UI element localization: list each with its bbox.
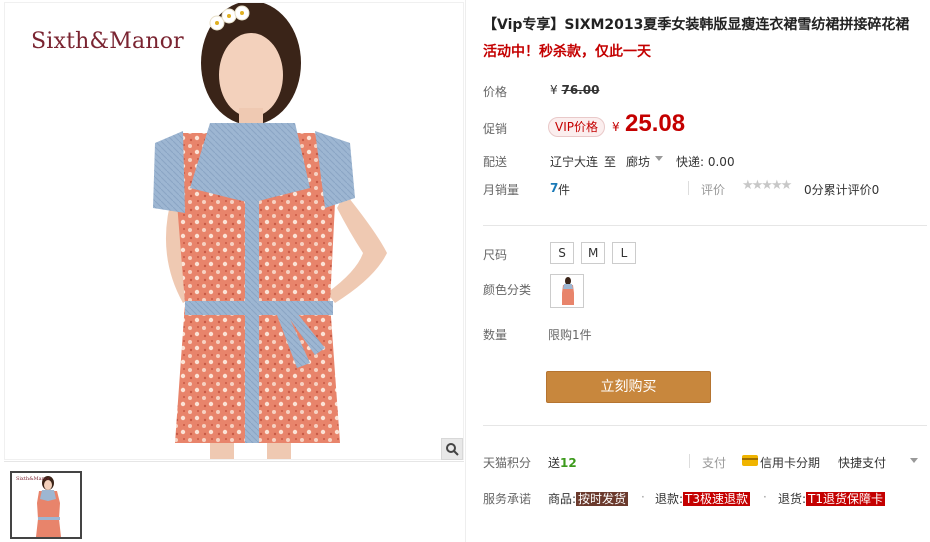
monthly-sales-label: 月销量 — [483, 183, 520, 197]
ship-to-word: 至 — [604, 155, 617, 169]
service-goods[interactable]: 商品: 按时发货 — [548, 490, 629, 507]
return-guarantee-tag: T1退货保障卡 — [806, 492, 886, 506]
ship-destination-select[interactable]: 廊坊 — [626, 153, 650, 170]
zoom-button[interactable] — [441, 438, 463, 460]
original-price: ¥ 76.00 — [550, 83, 599, 97]
service-label: 服务承诺 — [483, 492, 532, 506]
chevron-down-icon[interactable] — [655, 156, 663, 161]
main-product-image[interactable]: Sixth&Manor — [4, 2, 464, 460]
separator — [688, 181, 689, 195]
size-option-l[interactable]: L — [612, 242, 636, 264]
size-option-m[interactable]: M — [581, 242, 606, 264]
credit-card-installment-link[interactable]: 信用卡分期 — [760, 454, 820, 471]
size-label: 尺码 — [483, 248, 508, 262]
thumbnail-image — [36, 476, 61, 537]
points-info: 送12 — [548, 454, 577, 471]
service-refund[interactable]: 退款: T3极速退款 — [655, 490, 751, 507]
on-time-delivery-tag: 按时发货 — [576, 492, 629, 506]
model-dress-illustration — [153, 3, 387, 459]
monthly-sales-unit: 件 — [558, 183, 571, 197]
service-refund-prefix: 退款: — [655, 492, 684, 506]
points-label: 天猫积分 — [483, 456, 532, 470]
service-goods-prefix: 商品: — [548, 492, 577, 506]
color-option-1[interactable] — [550, 274, 584, 308]
separator — [689, 454, 690, 468]
currency-symbol: ¥ — [550, 83, 558, 97]
product-details: 【Vip专享】SIXM2013夏季女装韩版显瘦连衣裙雪纺裙拼接碎花裙 活动中！秒… — [466, 0, 930, 542]
separator-dot: · — [763, 490, 767, 504]
rating-label: 评价 — [701, 183, 726, 197]
quantity-label: 数量 — [483, 328, 508, 342]
product-gallery: Sixth&Manor Sixth&Manor — [0, 0, 465, 542]
price-label: 价格 — [483, 85, 508, 99]
shipping-label: 配送 — [483, 155, 508, 169]
promo-line: 活动中！秒杀款，仅此一天 — [483, 44, 651, 60]
original-price-value: 76.00 — [561, 83, 600, 97]
quantity-limit: 限购1件 — [548, 328, 592, 342]
service-return-prefix: 退货: — [778, 492, 807, 506]
payment-label: 支付 — [702, 456, 727, 470]
promo-currency-symbol: ¥ — [612, 120, 620, 134]
buy-now-button[interactable]: 立刻购买 — [546, 371, 711, 403]
separator-dot: · — [641, 490, 645, 504]
magnifier-icon — [446, 443, 459, 456]
thumbnail-1[interactable]: Sixth&Manor — [10, 471, 82, 539]
color-label: 颜色分类 — [483, 283, 532, 297]
vip-price-badge: VIP价格 — [548, 117, 605, 137]
promo-price-value: 25.08 — [625, 110, 686, 137]
color-swatch-image — [562, 277, 574, 305]
promo-label: 促销 — [483, 122, 508, 136]
chevron-down-icon[interactable] — [910, 458, 918, 463]
points-prefix: 送 — [548, 456, 561, 470]
product-title: 【Vip专享】SIXM2013夏季女装韩版显瘦连衣裙雪纺裙拼接碎花裙 — [483, 17, 910, 33]
thumbnail-strip: Sixth&Manor — [4, 461, 464, 542]
points-value: 12 — [560, 456, 577, 470]
ship-from: 辽宁大连 — [550, 155, 599, 169]
fast-refund-tag: T3极速退款 — [683, 492, 751, 506]
thumbnail-brand: Sixth&Manor — [16, 476, 51, 482]
service-return[interactable]: 退货: T1退货保障卡 — [778, 490, 886, 507]
rating-summary[interactable]: 0分累计评价0 — [804, 181, 879, 198]
divider — [483, 225, 927, 226]
brand-logo: Sixth&Manor — [31, 29, 184, 54]
size-option-s[interactable]: S — [550, 242, 574, 264]
divider — [483, 425, 927, 426]
rating-stars-icon: ★★★★★ — [742, 178, 792, 193]
credit-card-icon — [742, 455, 758, 466]
quick-pay-link[interactable]: 快捷支付 — [838, 454, 886, 471]
shipping-fee: 快递: 0.00 — [676, 155, 735, 169]
